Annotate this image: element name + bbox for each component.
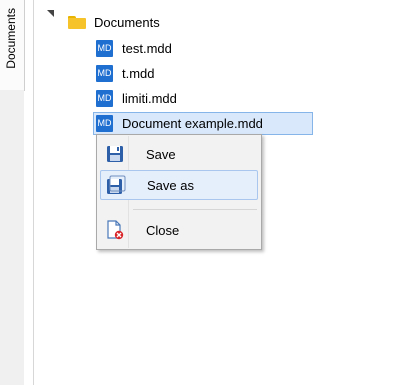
tree-item-label: t.mdd (122, 65, 155, 81)
menu-item-label: Save (146, 146, 176, 162)
tree-root-documents[interactable]: Documents (68, 11, 160, 33)
collapse-arrow-icon[interactable] (47, 10, 54, 17)
tree-item-label: limiti.mdd (122, 90, 177, 106)
menu-separator (133, 209, 257, 210)
tree-item-label: Document example.mdd (122, 116, 263, 131)
tree-item-t[interactable]: MD t.mdd (96, 62, 155, 84)
documents-side-tab[interactable]: Documents (0, 0, 25, 91)
md-file-icon: MD (96, 115, 113, 132)
menu-item-save[interactable]: Save (100, 139, 258, 169)
menu-item-label: Close (146, 222, 180, 238)
save-as-icon (101, 175, 131, 195)
folder-icon (68, 15, 86, 29)
menu-item-close[interactable]: Close (100, 215, 258, 245)
tree-item-label: test.mdd (122, 40, 172, 56)
menu-item-save-as[interactable]: Save as (100, 170, 258, 200)
save-icon (100, 145, 130, 163)
tree-item-test[interactable]: MD test.mdd (96, 37, 172, 59)
side-tab-label: Documents (4, 8, 18, 69)
close-document-icon (100, 220, 130, 240)
menu-item-label: Save as (147, 177, 194, 193)
side-strip (0, 90, 24, 385)
tree-item-document-example[interactable]: MD Document example.mdd (93, 112, 313, 135)
md-file-icon: MD (96, 64, 113, 82)
md-file-icon: MD (96, 89, 113, 107)
tree-item-limiti[interactable]: MD limiti.mdd (96, 87, 177, 109)
context-menu: Save Save as Close (96, 134, 262, 250)
md-file-icon: MD (96, 39, 113, 57)
tree-root-label: Documents (94, 14, 160, 30)
